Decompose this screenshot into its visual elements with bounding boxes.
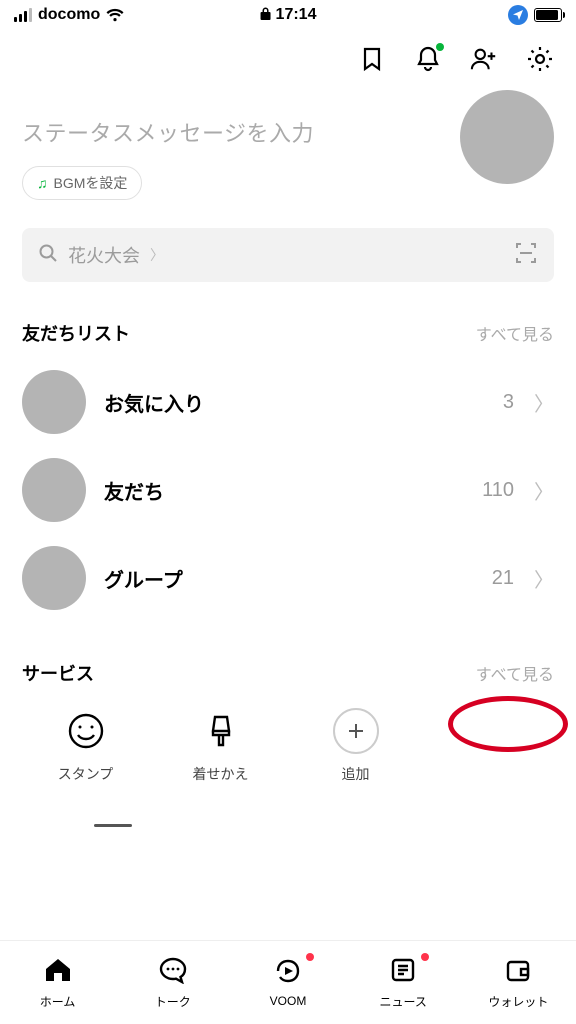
tab-label: ウォレット [488,993,548,1010]
lock-icon [260,7,272,24]
tab-voom[interactable]: VOOM [230,941,345,1024]
services-see-all[interactable]: すべて見る [476,661,554,685]
bgm-label: BGMを設定 [54,173,128,193]
news-icon [389,956,417,989]
service-label: 追加 [342,764,370,784]
tab-label: VOOM [270,994,307,1008]
chevron-right-icon: 〉 [534,564,554,593]
service-theme[interactable]: 着せかえ [157,708,284,784]
service-label: スタンプ [58,764,114,784]
chat-icon [158,956,188,989]
tab-talk[interactable]: トーク [115,941,230,1024]
status-bar: docomo 17:14 [0,0,576,30]
tab-label: ホーム [40,993,76,1010]
row-label: 友だち [104,476,464,505]
bottom-tab-bar: ホーム トーク VOOM ニュース ウォレット [0,940,576,1024]
bgm-chip[interactable]: ♫ BGMを設定 [22,166,142,200]
scan-icon[interactable] [514,241,538,270]
wifi-icon [106,8,124,22]
chevron-right-icon: 〉 [534,388,554,417]
location-icon [508,5,528,25]
services-section-header: サービス すべて見る [0,622,576,698]
avatar[interactable] [460,90,554,184]
service-add[interactable]: 追加 [292,708,419,784]
row-count: 3 [503,391,514,414]
home-icon [43,956,73,989]
brush-icon [198,708,244,754]
avatar [22,370,86,434]
plus-icon [333,708,379,754]
tab-news[interactable]: ニュース [346,941,461,1024]
signal-icon [14,8,32,22]
friends-row-favorites[interactable]: お気に入り 3 〉 [0,358,576,446]
bell-icon[interactable] [414,45,442,73]
row-count: 21 [492,567,514,590]
tab-home[interactable]: ホーム [0,941,115,1024]
tab-label: トーク [155,993,191,1010]
gear-icon[interactable] [526,45,554,73]
row-label: グループ [104,564,474,593]
search-bar[interactable]: 花火大会 〉 [22,228,554,282]
music-note-icon: ♫ [37,175,48,191]
chevron-right-icon: 〉 [534,476,554,505]
wallet-icon [504,956,532,989]
row-label: お気に入り [104,388,485,417]
friends-see-all[interactable]: すべて見る [476,321,554,345]
top-toolbar [0,30,576,88]
search-placeholder: 花火大会 [68,242,140,268]
friends-title: 友だちリスト [22,320,130,346]
friends-row-groups[interactable]: グループ 21 〉 [0,534,576,622]
battery-icon [534,8,562,22]
tab-wallet[interactable]: ウォレット [461,941,576,1024]
clock-label: 17:14 [276,6,317,24]
play-icon [272,957,304,990]
avatar [22,458,86,522]
carrier-label: docomo [38,6,100,24]
friends-row-friends[interactable]: 友だち 110 〉 [0,446,576,534]
service-label: 着せかえ [193,764,249,784]
friends-section-header: 友だちリスト すべて見る [0,294,576,358]
chevron-right-icon: 〉 [150,245,164,265]
services-title: サービス [22,660,94,686]
avatar [22,546,86,610]
bookmark-icon[interactable] [358,45,386,73]
scroll-indicator [94,824,132,827]
service-stamp[interactable]: スタンプ [22,708,149,784]
row-count: 110 [482,479,514,502]
profile-area: ステータスメッセージを入力 ♫ BGMを設定 [0,88,576,210]
services-grid: スタンプ 着せかえ 追加 [0,698,576,784]
smile-icon [63,708,109,754]
search-icon [38,243,58,268]
add-friend-icon[interactable] [470,45,498,73]
tab-label: ニュース [380,993,427,1010]
